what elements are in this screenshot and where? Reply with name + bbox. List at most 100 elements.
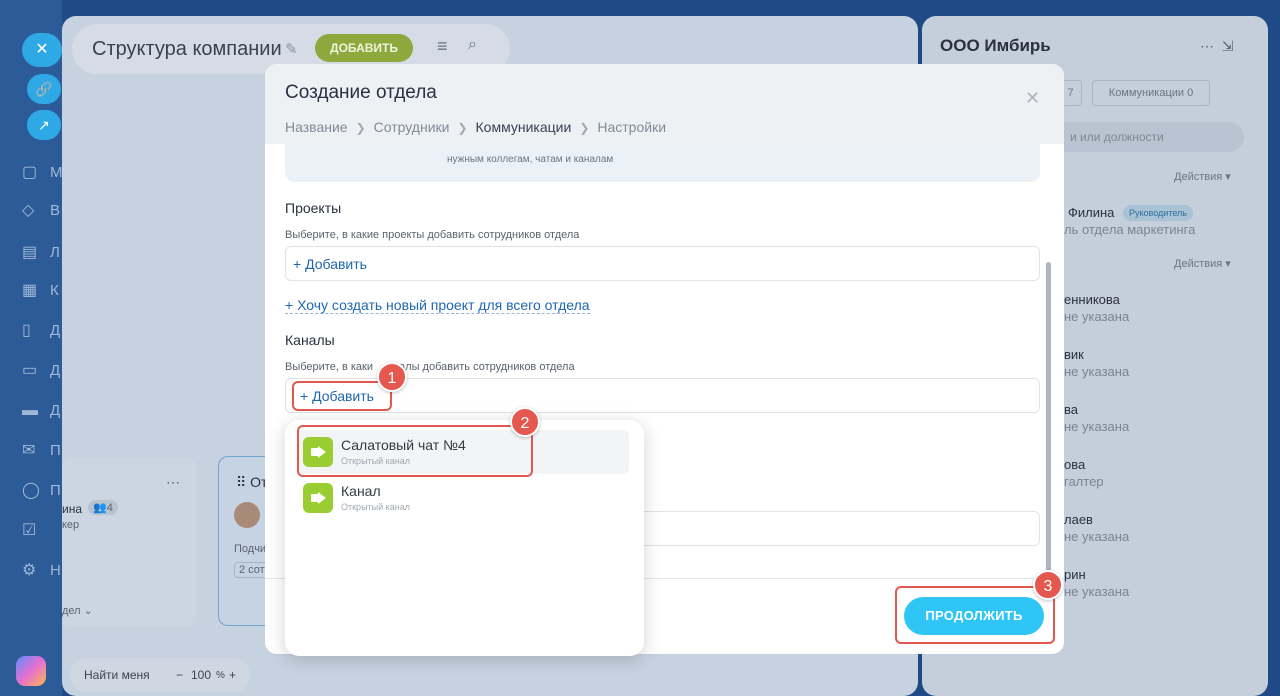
employee-role: не указана <box>1064 529 1130 544</box>
collapse-icon[interactable]: ⇲ <box>1222 38 1234 54</box>
annotation-badge-1: 1 <box>377 362 407 392</box>
avatar <box>234 502 260 528</box>
list-item[interactable]: Канал Открытый канал <box>297 476 629 520</box>
employee-name[interactable]: Филина <box>1068 205 1114 220</box>
create-project-link[interactable]: + Хочу создать новый проект для всего от… <box>285 297 590 314</box>
employee-name[interactable]: вик <box>1064 347 1084 362</box>
card-title-row: ⠿ От <box>236 474 267 491</box>
zoom-unit: % <box>216 670 225 681</box>
actions-label: Действия <box>1174 171 1223 183</box>
projects-description: Выберите, в какие проекты добавить сотру… <box>285 229 580 241</box>
tab-communications[interactable]: Коммуникации 0 <box>1092 80 1210 106</box>
close-icon[interactable]: ✕ <box>22 33 62 67</box>
more-icon[interactable]: ⋯ <box>1200 38 1214 54</box>
card-role: кер <box>62 519 80 531</box>
search-input[interactable]: и или должности <box>1050 122 1244 152</box>
card-subtitle: Подчи <box>234 543 267 555</box>
employee-name[interactable]: ва <box>1064 402 1078 417</box>
actions-dropdown[interactable]: Действия ▾ <box>1174 257 1231 270</box>
zoom-in-button[interactable]: + <box>229 668 236 682</box>
check-icon[interactable]: ☑ <box>22 522 40 540</box>
step-settings[interactable]: Настройки <box>597 119 666 135</box>
page-title: Структура компании <box>92 38 282 60</box>
find-me-button[interactable]: Найти меня <box>84 668 150 682</box>
file-icon[interactable]: ▯ <box>22 322 40 340</box>
menu-icon[interactable]: ≡ <box>437 36 448 57</box>
link-icon[interactable]: 🔗 <box>27 74 61 104</box>
chevron-right-icon: ❯ <box>457 121 468 135</box>
nav-label[interactable]: Д <box>50 362 60 379</box>
monitor-icon[interactable]: ▭ <box>22 362 40 380</box>
panel-actions: ⋯ ⇲ <box>1200 38 1234 55</box>
chevron-right-icon: ❯ <box>579 121 590 135</box>
nav-label[interactable]: М <box>50 164 63 181</box>
copilot-icon[interactable] <box>16 656 46 686</box>
projects-field[interactable] <box>285 246 1040 281</box>
role-badge: Руководитель <box>1123 205 1193 221</box>
nav-label[interactable]: Н <box>50 562 61 579</box>
projects-add-button[interactable]: + Добавить <box>293 256 367 272</box>
nav-label[interactable]: Д <box>50 402 60 419</box>
member-count-badge: 👥4 <box>88 500 118 515</box>
card-footer[interactable]: дел ⌄ <box>62 604 93 617</box>
employee-name[interactable]: рин <box>1064 567 1086 582</box>
channel-name: Канал <box>341 483 381 499</box>
annotation-box-2 <box>297 425 533 477</box>
modal-title: Создание отдела <box>285 82 437 103</box>
nav-label[interactable]: П <box>50 442 61 459</box>
annotation-box-3 <box>895 586 1055 644</box>
info-banner <box>285 144 1040 182</box>
scrollbar[interactable] <box>1046 262 1051 572</box>
add-button[interactable]: ДОБАВИТЬ <box>315 34 413 62</box>
employee-role: ль отдела маркетинга <box>1064 222 1196 237</box>
nav-label[interactable]: Л <box>50 244 60 261</box>
settings-icon[interactable]: ◇ <box>22 202 40 220</box>
circle-icon[interactable]: ◯ <box>22 482 40 500</box>
banner-text: нужным коллегам, чатам и каналам <box>447 154 614 165</box>
employee-name[interactable]: лаев <box>1064 512 1093 527</box>
nav-label[interactable]: К <box>50 282 59 299</box>
channel-type: Открытый канал <box>341 502 411 512</box>
step-name[interactable]: Название <box>285 119 348 135</box>
close-icon[interactable]: ✕ <box>1025 88 1040 109</box>
channels-description: Выберите, в каки налы добавить сотруднико… <box>285 361 575 373</box>
actions-dropdown[interactable]: Действия ▾ <box>1174 170 1231 183</box>
annotation-box-1 <box>292 381 392 411</box>
more-icon[interactable]: ⋯ <box>166 474 180 491</box>
zoom-out-button[interactable]: − <box>176 668 183 682</box>
megaphone-icon <box>303 483 333 513</box>
chat-icon[interactable]: ▢ <box>22 164 40 182</box>
card-name: ина <box>62 502 83 516</box>
member-count: 4 <box>106 502 113 514</box>
employee-role: галтер <box>1064 474 1104 489</box>
chevron-down-icon: ⌄ <box>83 605 93 617</box>
drag-handle-icon[interactable]: ⠿ <box>236 474 246 490</box>
search-icon[interactable]: ⌕ <box>468 36 477 54</box>
drive-icon[interactable]: ▬ <box>22 402 40 420</box>
employee-name[interactable]: енникова <box>1064 292 1120 307</box>
breadcrumb: Название ❯ Сотрудники ❯ Коммуникации ❯ Настрой… <box>285 119 666 135</box>
calendar-icon[interactable]: ▦ <box>22 282 40 300</box>
employee-name[interactable]: ова <box>1064 457 1085 472</box>
step-employees[interactable]: Сотрудники <box>374 119 450 135</box>
nav-label[interactable]: Д <box>50 322 60 339</box>
mail-icon[interactable]: ✉ <box>22 442 40 460</box>
zoom-level: 100 <box>191 668 212 682</box>
projects-title: Проекты <box>285 200 342 216</box>
employee-role: не указана <box>1064 364 1130 379</box>
employee-role: не указана <box>1064 309 1130 324</box>
document-icon[interactable]: ▤ <box>22 244 40 262</box>
external-link-icon[interactable]: ↗ <box>27 110 61 140</box>
channels-description-start: Выберите, в каки <box>285 361 373 373</box>
nav-label[interactable]: П <box>50 482 61 499</box>
step-communications[interactable]: Коммуникации <box>476 119 572 135</box>
nav-label[interactable]: В <box>50 202 60 219</box>
employee-role: не указана <box>1064 419 1130 434</box>
company-title: ООО Имбирь <box>940 36 1051 55</box>
pin-icon[interactable]: ✎ <box>285 40 298 58</box>
actions-label: Действия <box>1174 258 1223 270</box>
annotation-badge-2: 2 <box>510 407 540 437</box>
card-footer-label: дел <box>62 605 81 617</box>
gear-icon[interactable]: ⚙ <box>22 562 40 580</box>
channels-title: Каналы <box>285 332 335 348</box>
